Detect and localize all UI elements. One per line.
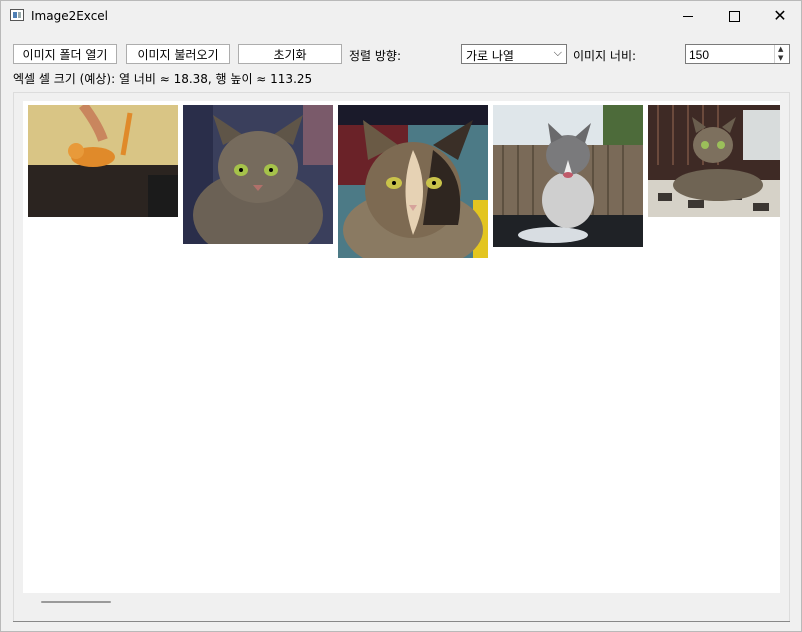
sort-direction-value: 가로 나열: [466, 49, 514, 63]
image-thumb-1[interactable]: [28, 105, 178, 217]
app-window: Image2Excel ✕ 이미지 폴더 열기 이미지 불러오기 초기화 정렬 …: [0, 0, 802, 632]
window-title: Image2Excel: [31, 9, 109, 23]
image-width-label: 이미지 너비:: [573, 49, 637, 63]
image-width-spinbox[interactable]: 150 ▲ ▼: [685, 44, 790, 64]
title-bar[interactable]: Image2Excel ✕: [1, 1, 801, 31]
spin-up-icon[interactable]: ▲: [778, 46, 783, 53]
sort-direction-dropdown[interactable]: 가로 나열 ⌵: [461, 44, 567, 64]
close-button[interactable]: ✕: [757, 1, 802, 31]
status-divider: [13, 621, 790, 622]
sort-direction-label: 정렬 방향:: [349, 49, 402, 63]
spin-buttons: ▲ ▼: [774, 45, 789, 63]
spin-down-icon[interactable]: ▼: [778, 55, 783, 62]
image-thumb-4[interactable]: [493, 105, 643, 247]
horizontal-scrollbar[interactable]: [41, 601, 111, 603]
close-icon: ✕: [773, 6, 787, 25]
minimize-button[interactable]: [665, 1, 711, 31]
open-folder-button[interactable]: 이미지 폴더 열기: [13, 44, 117, 64]
image-thumb-3[interactable]: [338, 105, 488, 258]
load-images-button[interactable]: 이미지 불러오기: [126, 44, 230, 64]
image-width-value: 150: [689, 48, 710, 62]
app-icon: [10, 9, 24, 21]
image-canvas: [23, 101, 780, 593]
minimize-icon: [683, 15, 693, 17]
maximize-button[interactable]: [711, 1, 757, 31]
reset-button[interactable]: 초기화: [238, 44, 342, 64]
chevron-down-icon: ⌵: [553, 46, 562, 59]
image-thumb-2[interactable]: [183, 105, 333, 244]
maximize-icon: [728, 10, 740, 22]
image-thumb-5[interactable]: [648, 105, 780, 217]
cell-size-info: 엑셀 셀 크기 (예상): 열 너비 ≈ 18.38, 행 높이 ≈ 113.2…: [13, 72, 313, 86]
